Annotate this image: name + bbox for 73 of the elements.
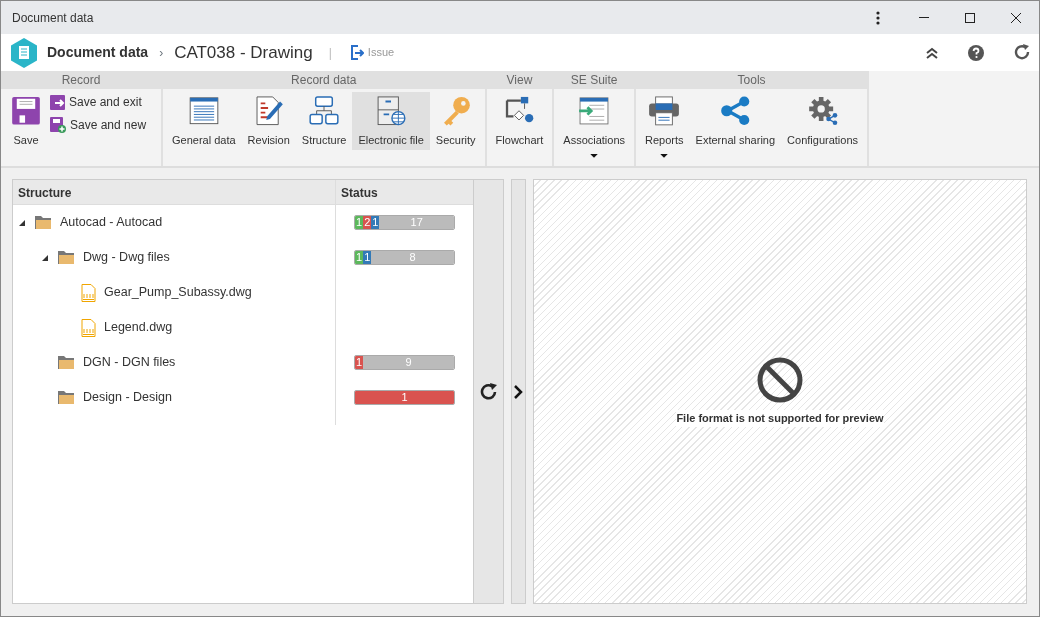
maximize-icon — [965, 12, 975, 23]
minimize-icon — [919, 17, 929, 18]
folder-icon — [35, 215, 52, 230]
collapse-icon[interactable] — [926, 46, 938, 59]
gear-share-icon — [806, 96, 839, 126]
ribbon-button[interactable]: Save — [4, 92, 48, 150]
record-title: CAT038 - Drawing — [174, 41, 313, 64]
status-count: 9 — [363, 356, 454, 369]
column-header: Structure — [17, 185, 73, 202]
exit-arrow-icon — [349, 45, 364, 60]
dwg-file-icon — [81, 283, 96, 302]
caret-icon — [660, 154, 669, 158]
hierarchy-icon — [308, 96, 341, 126]
ribbon-group-label: View — [486, 71, 553, 89]
form-window-icon — [187, 96, 220, 126]
ribbon-group-label: Tools — [636, 71, 868, 89]
status-count: 17 — [379, 216, 454, 229]
column-header: Status — [335, 180, 473, 204]
ribbon-button[interactable]: Security — [429, 92, 482, 150]
tree-item[interactable]: DGN - DGN files — [83, 353, 176, 372]
save-exit-icon — [50, 94, 65, 110]
prohibited-icon — [756, 356, 804, 405]
ribbon-button[interactable]: External sharing — [689, 92, 782, 150]
status-count: 1 — [355, 216, 364, 229]
help-icon[interactable] — [968, 44, 984, 61]
breadcrumb-separator: › — [158, 44, 165, 62]
ribbon-button[interactable]: Electronic file — [352, 92, 430, 150]
header-divider: | — [328, 44, 332, 62]
status-count: 1 — [371, 216, 380, 229]
ribbon-button[interactable]: Revision — [241, 92, 296, 150]
ribbon-button[interactable]: Configurations — [781, 92, 865, 150]
folder-icon — [58, 250, 75, 265]
folder-icon — [58, 355, 75, 370]
expanded-toggle-icon[interactable] — [42, 254, 48, 261]
ribbon-button[interactable]: Save and exit — [48, 92, 149, 112]
ribbon-group-label: Record data — [163, 71, 485, 89]
status-count: 1 — [355, 391, 454, 404]
status-count: 8 — [371, 251, 454, 264]
window-title: Document data — [12, 9, 95, 27]
share-icon — [719, 96, 752, 126]
status-count: 1 — [355, 356, 364, 369]
refresh-button[interactable] — [479, 382, 498, 401]
printer-icon — [647, 96, 682, 126]
caret-icon — [590, 154, 599, 158]
ribbon-button[interactable]: Flowchart — [489, 92, 550, 150]
status-count: 2 — [363, 216, 372, 229]
tree-item[interactable]: Autocad - Autocad — [60, 213, 163, 232]
ribbon-group-label: Record — [1, 71, 161, 89]
preview-message: File format is not supported for preview — [676, 410, 884, 427]
cabinet-globe-icon — [375, 96, 408, 126]
folder-icon — [58, 390, 75, 405]
refresh-icon — [479, 382, 498, 401]
expand-button[interactable] — [514, 384, 523, 399]
ribbon-button[interactable]: Reports — [639, 92, 690, 160]
tree-item[interactable]: Design - Design — [83, 388, 172, 407]
ribbon-button[interactable]: Structure — [295, 92, 353, 150]
refresh-icon[interactable] — [1014, 44, 1031, 61]
ribbon-button[interactable]: Save and new — [48, 115, 149, 135]
dwg-file-icon — [81, 318, 96, 337]
close-icon — [1011, 12, 1021, 23]
module-title: Document data — [47, 43, 149, 62]
status-count: 1 — [363, 251, 372, 264]
status-count: 1 — [355, 251, 364, 264]
tree-item[interactable]: Gear_Pump_Subassy.dwg — [104, 283, 252, 302]
kebab-icon — [876, 10, 880, 25]
tree-item[interactable]: Dwg - Dwg files — [83, 248, 170, 267]
chevron-right-icon — [514, 384, 523, 399]
tree-item[interactable]: Legend.dwg — [104, 318, 173, 337]
expanded-toggle-icon[interactable] — [19, 219, 25, 226]
ribbon-button[interactable]: Associations — [557, 92, 632, 160]
ribbon-group-label: SE Suite — [554, 71, 635, 89]
ribbon-button[interactable]: General data — [166, 92, 242, 150]
save-new-icon — [50, 117, 66, 133]
